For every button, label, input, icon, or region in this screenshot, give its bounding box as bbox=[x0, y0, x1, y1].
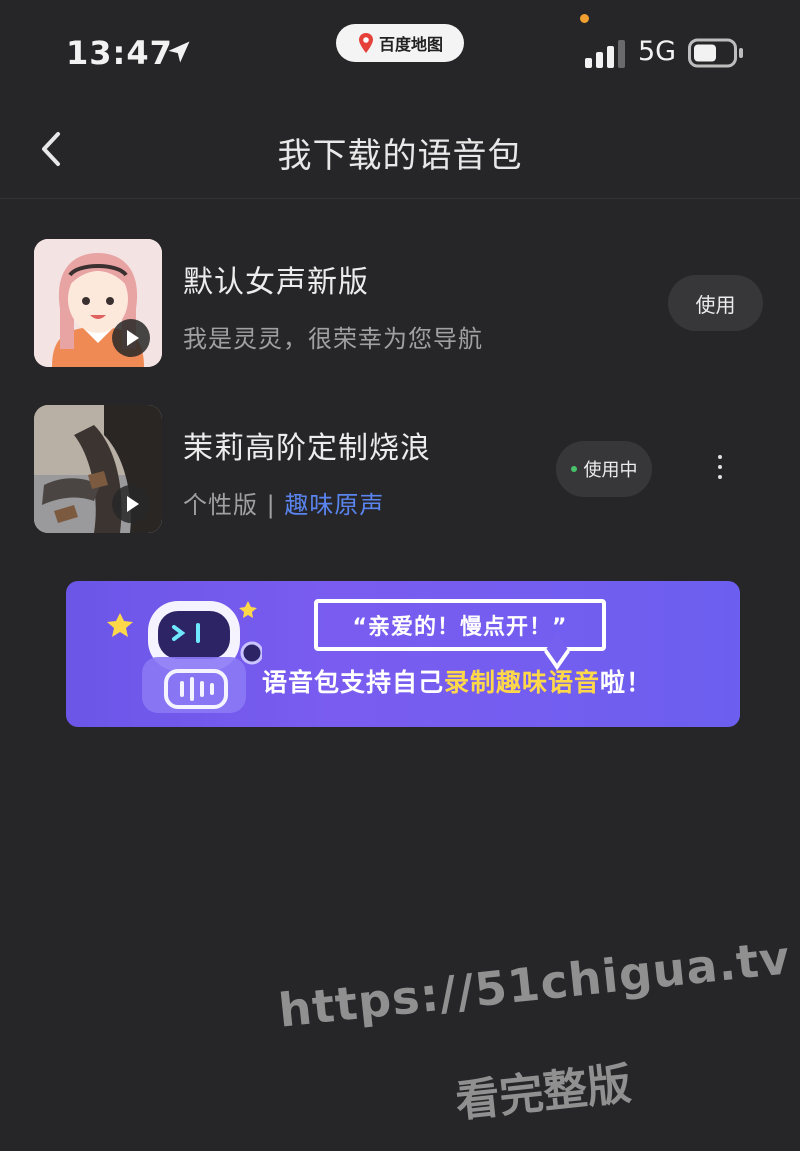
watermark-url: https://51chigua.tv bbox=[276, 930, 793, 1038]
navigation-bar: 我下载的语音包 bbox=[0, 100, 800, 199]
play-icon[interactable] bbox=[112, 319, 150, 357]
active-status-dot bbox=[570, 466, 577, 472]
voice-pack-title: 茉莉高阶定制烧浪 bbox=[183, 431, 431, 466]
voice-pack-edition: 个性版 | bbox=[183, 491, 285, 519]
privacy-indicator-dot bbox=[580, 14, 589, 23]
banner-headline: 语音包支持自己录制趣味语音啦！ bbox=[262, 663, 652, 699]
voice-pack-tag[interactable]: 趣味原声 bbox=[284, 491, 384, 519]
cellular-signal-icon bbox=[585, 40, 625, 68]
speech-bubble: “亲爱的！慢点开！” bbox=[314, 599, 606, 651]
app-back-pill[interactable]: 百度地图 bbox=[336, 24, 464, 62]
app-name: 百度地图 bbox=[378, 35, 443, 54]
voice-pack-item[interactable]: 茉莉高阶定制烧浪 个性版 | 趣味原声 使用中 bbox=[0, 405, 800, 535]
status-bar: 13:47 百度地图 5G bbox=[0, 0, 800, 100]
more-vertical-icon[interactable] bbox=[710, 455, 730, 485]
location-arrow-icon bbox=[168, 41, 190, 63]
page-title: 我下载的语音包 bbox=[277, 136, 523, 176]
battery-icon bbox=[688, 38, 743, 68]
banner-text-highlight: 录制趣味语音 bbox=[444, 668, 601, 697]
record-voice-promo-banner[interactable]: “亲爱的！慢点开！” 语音包支持自己录制趣味语音啦！ bbox=[66, 581, 740, 727]
robot-mascot-icon bbox=[107, 601, 262, 713]
network-type: 5G bbox=[638, 36, 677, 67]
use-button[interactable]: 使用 bbox=[668, 275, 763, 331]
banner-text-prefix: 语音包支持自己 bbox=[262, 668, 445, 697]
voice-pack-item[interactable]: 默认女声新版 我是灵灵，很荣幸为您导航 使用 bbox=[0, 239, 800, 369]
voice-pack-subtitle: 我是灵灵，很荣幸为您导航 bbox=[183, 325, 483, 353]
map-pin-icon bbox=[358, 33, 373, 53]
voice-pack-thumbnail[interactable] bbox=[34, 239, 162, 367]
voice-pack-subtitle: 个性版 | 趣味原声 bbox=[183, 485, 384, 520]
play-icon[interactable] bbox=[112, 485, 150, 523]
voice-pack-thumbnail[interactable] bbox=[34, 405, 162, 533]
watermark-caption: 看完整版 bbox=[453, 1058, 634, 1128]
in-use-button[interactable]: 使用中 bbox=[556, 441, 652, 497]
voice-pack-title: 默认女声新版 bbox=[183, 265, 369, 300]
in-use-label: 使用中 bbox=[583, 460, 638, 481]
status-time: 13:47 bbox=[66, 34, 173, 72]
banner-text-suffix: 啦！ bbox=[600, 668, 653, 697]
